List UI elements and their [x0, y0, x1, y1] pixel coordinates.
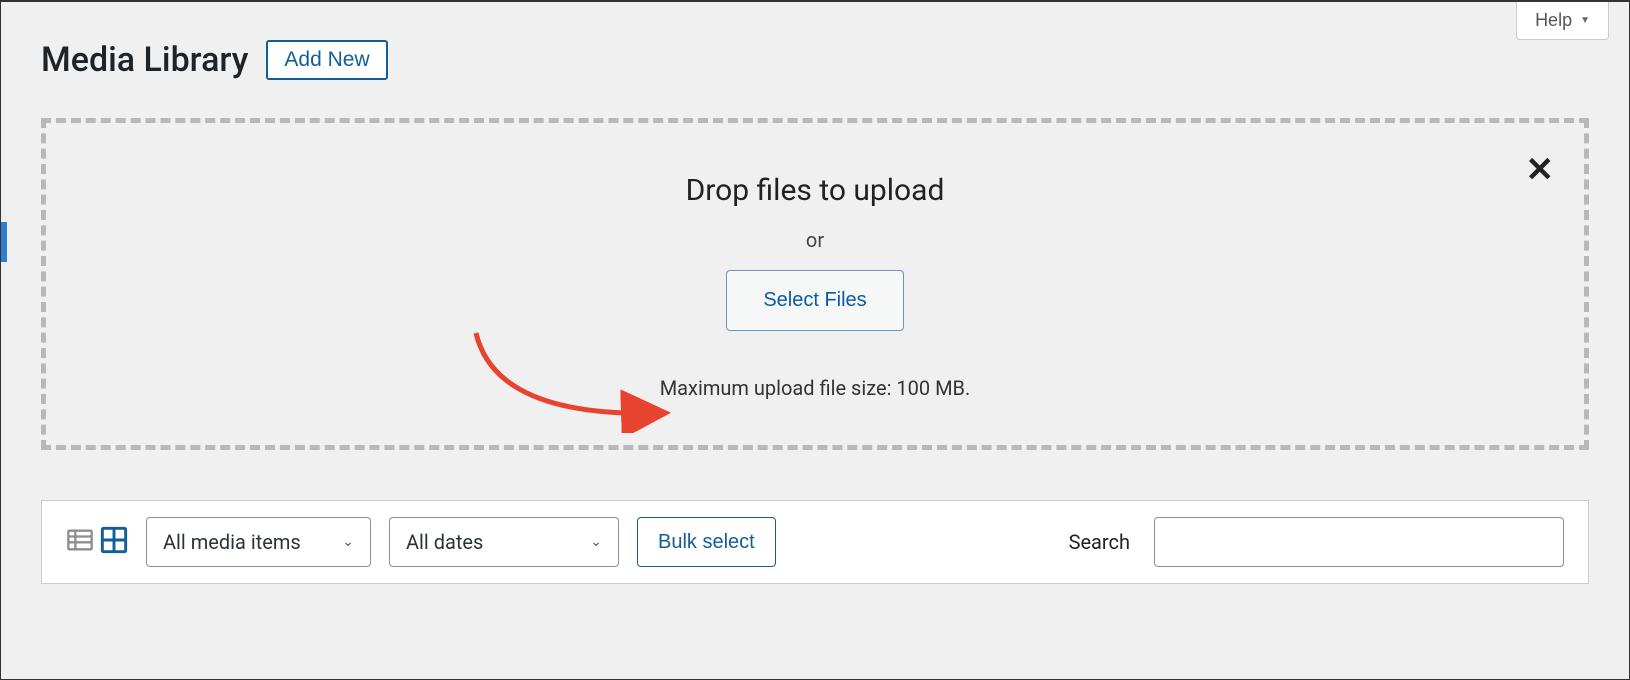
- sidebar-active-indicator: [1, 222, 7, 262]
- bulk-select-button[interactable]: Bulk select: [637, 517, 776, 567]
- page-title: Media Library: [41, 40, 248, 80]
- upload-dropzone[interactable]: ✕ Drop files to upload or Select Files M…: [41, 118, 1589, 450]
- dropzone-or-label: or: [66, 228, 1564, 252]
- search-label: Search: [1069, 530, 1130, 554]
- dropzone-title: Drop files to upload: [66, 173, 1564, 208]
- filter-dates-selected: All dates: [406, 530, 483, 554]
- help-label: Help: [1535, 10, 1572, 31]
- help-dropdown-button[interactable]: Help ▼: [1516, 2, 1609, 40]
- grid-view-icon[interactable]: [100, 526, 128, 558]
- filter-media-type-selected: All media items: [163, 530, 301, 554]
- chevron-down-icon: ⌄: [590, 534, 602, 550]
- select-files-button[interactable]: Select Files: [726, 270, 903, 331]
- list-view-icon[interactable]: [66, 526, 94, 558]
- max-upload-size-text: Maximum upload file size: 100 MB.: [66, 376, 1564, 400]
- filter-dates-select[interactable]: All dates ⌄: [389, 517, 619, 567]
- filter-media-type-select[interactable]: All media items ⌄: [146, 517, 371, 567]
- media-toolbar: All media items ⌄ All dates ⌄ Bulk selec…: [41, 500, 1589, 584]
- close-icon[interactable]: ✕: [1526, 153, 1555, 187]
- page-header: Media Library Add New: [1, 2, 1629, 100]
- add-new-button[interactable]: Add New: [266, 40, 387, 80]
- chevron-down-icon: ⌄: [342, 534, 354, 550]
- view-mode-toggle: [66, 526, 128, 558]
- chevron-down-icon: ▼: [1580, 15, 1590, 26]
- search-input[interactable]: [1154, 517, 1564, 567]
